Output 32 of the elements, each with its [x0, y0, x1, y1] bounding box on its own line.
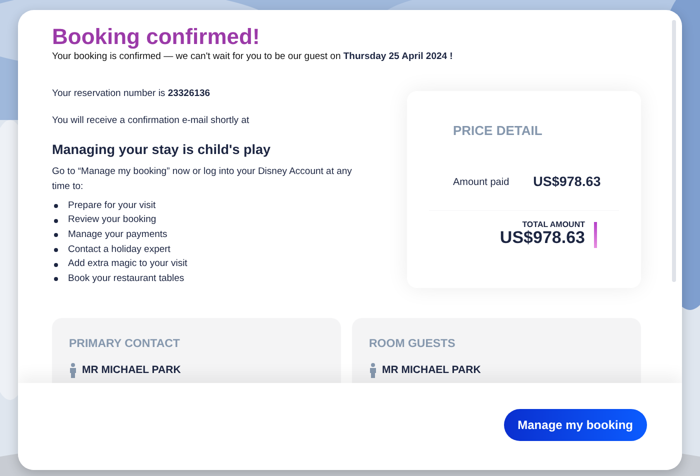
guest-name: MR MICHAEL PARK: [382, 362, 481, 378]
card-title: PRICE DETAIL: [453, 122, 544, 140]
person-icon: [369, 363, 377, 378]
page-title: Booking confirmed!: [52, 24, 261, 50]
list-item: Review your booking: [68, 213, 156, 228]
bullet-icon: [54, 218, 58, 223]
email-notice-text: You will receive a confirmation e-mail shortly at: [52, 114, 250, 128]
bullet-icon: [54, 204, 58, 208]
list-item: Prepare for your visit: [68, 198, 156, 213]
section-heading: Managing your stay is child's play: [52, 142, 272, 158]
confirmation-text: Your booking is confirmed — we can't wait for you to be our guest on Thursday 25 April 2024 !: [52, 50, 454, 64]
card-title: PRIMARY CONTACT: [69, 336, 181, 352]
manage-booking-button[interactable]: Manage my booking: [504, 409, 647, 441]
price-value: US$978.63: [533, 173, 601, 192]
accent-bar: [594, 222, 597, 248]
price-label: Amount paid: [453, 176, 510, 190]
guest-name: MR MICHAEL PARK: [82, 362, 181, 378]
bullet-icon: [54, 277, 58, 282]
reservation-number-text: Your reservation number is 23326136: [52, 86, 212, 101]
card-title: ROOM GUESTS: [369, 336, 456, 352]
list-item: Manage your payments: [68, 228, 168, 242]
total-amount: US$978.63: [500, 229, 585, 248]
bullet-icon: [54, 248, 58, 252]
bullet-icon: [54, 262, 58, 266]
total-label: TOTAL AMOUNT: [521, 221, 585, 230]
list-item: Add extra magic to your visit: [68, 257, 188, 272]
scrollbar[interactable]: [672, 20, 676, 282]
intro-text: Go to “Manage my booking” now or log into your Disney Account at any time to:: [52, 165, 352, 194]
list-item: Contact a holiday expert: [68, 242, 170, 257]
list-item: Book your restaurant tables: [68, 272, 184, 286]
person-icon: [69, 363, 77, 378]
bullet-icon: [54, 233, 58, 238]
